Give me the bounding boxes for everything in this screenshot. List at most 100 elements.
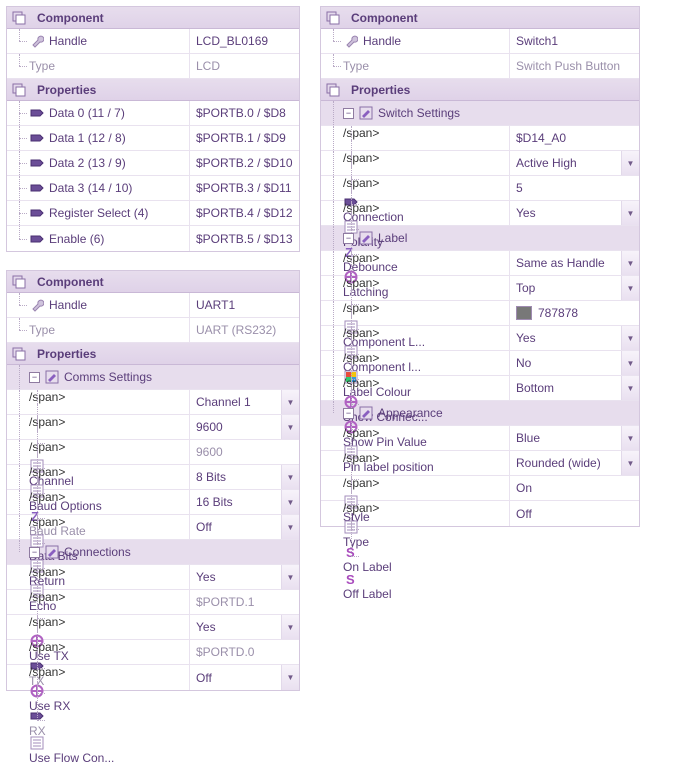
property-label: Off Label: [343, 587, 391, 601]
property-row[interactable]: /span>ZDebounce5: [321, 176, 639, 201]
property-value[interactable]: Top: [509, 276, 621, 300]
property-row[interactable]: Data 2 (13 / 9) $PORTB.2 / $D10: [7, 151, 299, 176]
property-row[interactable]: /span>Baud Options9600▼: [7, 415, 299, 440]
property-value: $PORTD.1: [189, 590, 299, 614]
property-row[interactable]: Data 3 (14 / 10)$PORTB.3 / $D11: [7, 176, 299, 201]
edit-icon: [44, 369, 60, 385]
property-value[interactable]: Yes: [509, 201, 621, 225]
dropdown-arrow[interactable]: ▼: [621, 251, 639, 275]
property-row[interactable]: /span>Use RXYes▼: [7, 615, 299, 640]
property-row[interactable]: /span>Use TXYes▼: [7, 565, 299, 590]
dropdown-arrow[interactable]: ▼: [281, 390, 299, 414]
collapse-toggle[interactable]: −: [29, 547, 40, 558]
property-row[interactable]: /span>Label Colour787878: [321, 301, 639, 326]
property-row[interactable]: /span>Pin label positionBottom▼: [321, 376, 639, 401]
dropdown-arrow[interactable]: ▼: [621, 451, 639, 475]
property-row[interactable]: /span>EchoOff▼: [7, 515, 299, 540]
property-row[interactable]: /span>SOn LabelOn: [321, 476, 639, 501]
property-row[interactable]: /span>Use Flow Con...Off▼: [7, 665, 299, 690]
dropdown-arrow[interactable]: ▼: [621, 326, 639, 350]
property-row[interactable]: Data 0 (11 / 7)$PORTB.0 / $D8: [7, 101, 299, 126]
component-header: Component: [7, 271, 299, 293]
property-value[interactable]: $PORTB.3 / $D11: [189, 176, 299, 200]
dropdown-arrow[interactable]: ▼: [281, 665, 299, 690]
property-row[interactable]: /span>SOff LabelOff: [321, 501, 639, 526]
property-value[interactable]: 8 Bits: [189, 465, 281, 489]
property-row[interactable]: /span>Component L...Same as Handle▼: [321, 251, 639, 276]
handle-row[interactable]: Handle LCD_BL0169: [7, 29, 299, 54]
property-value[interactable]: Yes: [509, 326, 621, 350]
property-row[interactable]: /span>LatchingYes▼: [321, 201, 639, 226]
dropdown-arrow[interactable]: ▼: [281, 615, 299, 639]
group-header[interactable]: −Switch Settings: [321, 101, 639, 126]
property-row[interactable]: Enable (6) $PORTB.5 / $D13: [7, 226, 299, 251]
property-row[interactable]: /span>Component l...Top▼: [321, 276, 639, 301]
property-value[interactable]: Off: [509, 501, 639, 526]
property-value[interactable]: Yes: [189, 565, 281, 589]
handle-row[interactable]: Handle Switch1: [321, 29, 639, 54]
property-value[interactable]: $D14_A0: [509, 126, 639, 150]
property-value[interactable]: $PORTB.4 / $D12: [189, 201, 299, 225]
property-row[interactable]: Register Select (4)$PORTB.4 / $D12: [7, 201, 299, 226]
group-header[interactable]: −Comms Settings: [7, 365, 299, 390]
dropdown-arrow[interactable]: ▼: [281, 565, 299, 589]
dropdown-arrow[interactable]: ▼: [281, 465, 299, 489]
property-value[interactable]: Rounded (wide): [509, 451, 621, 475]
property-row[interactable]: /span>Show Pin ValueNo▼: [321, 351, 639, 376]
property-row[interactable]: /span>TypeRounded (wide)▼: [321, 451, 639, 476]
dropdown-arrow[interactable]: ▼: [621, 276, 639, 300]
property-row[interactable]: /span>Show Connec...Yes▼: [321, 326, 639, 351]
property-value[interactable]: Off: [189, 665, 281, 690]
dropdown-arrow[interactable]: ▼: [621, 351, 639, 375]
property-label: Data 1 (12 / 8): [49, 131, 126, 145]
property-value[interactable]: On: [509, 476, 639, 500]
collapse-toggle[interactable]: −: [343, 233, 354, 244]
handle-row[interactable]: Handle UART1: [7, 293, 299, 318]
group-header[interactable]: −Appearance: [321, 401, 639, 426]
dropdown-arrow[interactable]: ▼: [281, 490, 299, 514]
property-value[interactable]: $PORTB.1 / $D9: [189, 126, 299, 150]
property-value[interactable]: $PORTB.2 / $D10: [189, 151, 299, 175]
property-value[interactable]: $PORTB.5 / $D13: [189, 226, 299, 251]
dropdown-arrow[interactable]: ▼: [621, 151, 639, 175]
property-row[interactable]: /span>PolarityActive High▼: [321, 151, 639, 176]
property-row[interactable]: /span>Data Bits8 Bits▼: [7, 465, 299, 490]
property-row[interactable]: /span>StyleBlue▼: [321, 426, 639, 451]
type-row: Type Switch Push Button: [321, 54, 639, 79]
property-value[interactable]: 16 Bits: [189, 490, 281, 514]
property-row[interactable]: /span>Return16 Bits▼: [7, 490, 299, 515]
dropdown-arrow[interactable]: ▼: [281, 515, 299, 539]
property-value[interactable]: 5: [509, 176, 639, 200]
collapse-toggle[interactable]: −: [343, 408, 354, 419]
property-label: Data 2 (13 / 9): [49, 156, 126, 170]
property-value[interactable]: Channel 1: [189, 390, 281, 414]
property-value[interactable]: Same as Handle: [509, 251, 621, 275]
dropdown-arrow[interactable]: ▼: [621, 201, 639, 225]
group-header[interactable]: −Connections: [7, 540, 299, 565]
dropdown-arrow[interactable]: ▼: [281, 415, 299, 439]
property-value[interactable]: Yes: [189, 615, 281, 639]
type-row: Type LCD: [7, 54, 299, 79]
property-value[interactable]: Blue: [509, 426, 621, 450]
group-header[interactable]: −Label: [321, 226, 639, 251]
handle-value[interactable]: UART1: [189, 293, 299, 317]
property-value[interactable]: No: [509, 351, 621, 375]
property-label: Enable (6): [49, 232, 104, 246]
property-value[interactable]: Bottom: [509, 376, 621, 400]
property-value[interactable]: 9600: [189, 415, 281, 439]
collapse-toggle[interactable]: −: [29, 372, 40, 383]
property-row[interactable]: /span>ChannelChannel 1▼: [7, 390, 299, 415]
dropdown-arrow[interactable]: ▼: [621, 426, 639, 450]
handle-value[interactable]: Switch1: [509, 29, 639, 53]
handle-value[interactable]: LCD_BL0169: [189, 29, 299, 53]
property-value[interactable]: Active High: [509, 151, 621, 175]
property-value[interactable]: $PORTB.0 / $D8: [189, 101, 299, 125]
property-label: Use Flow Con...: [29, 751, 114, 765]
property-value[interactable]: Off: [189, 515, 281, 539]
property-row[interactable]: /span>Connection$D14_A0: [321, 126, 639, 151]
collapse-toggle[interactable]: −: [343, 108, 354, 119]
dropdown-arrow[interactable]: ▼: [621, 376, 639, 400]
property-row[interactable]: Data 1 (12 / 8) $PORTB.1 / $D9: [7, 126, 299, 151]
list-icon: [29, 735, 45, 751]
property-value[interactable]: 787878: [509, 301, 639, 325]
